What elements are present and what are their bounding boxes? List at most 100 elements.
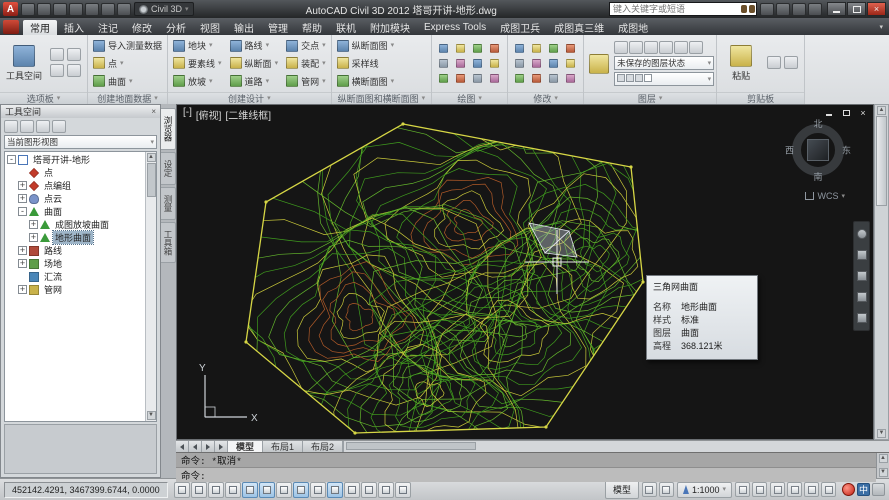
view-selector-combo[interactable]: 当前图形视图 ▾ (4, 135, 157, 149)
ribbon-panel-label[interactable]: 选项板▾ (0, 92, 87, 104)
ribbon-button[interactable]: 采样线 (334, 55, 398, 71)
toolbox-icon[interactable] (67, 64, 81, 77)
ribbon-panel-label[interactable]: 创建设计▾ (168, 92, 331, 104)
toolspace-tab[interactable]: 工具箱 (161, 222, 176, 264)
toggle-polar-tracking[interactable] (242, 482, 258, 498)
annotation-visibility-icon[interactable] (735, 482, 750, 497)
tree-scrollbar[interactable]: ▲ ▼ (145, 152, 156, 421)
scroll-up-icon[interactable]: ▲ (879, 454, 888, 463)
tree-item[interactable]: +成图放坡曲面 (5, 218, 145, 231)
toggle-grid-display[interactable] (208, 482, 224, 498)
scroll-down-icon[interactable]: ▼ (147, 411, 156, 420)
ribbon-panel-label[interactable]: 创建地面数据▾ (88, 92, 167, 104)
compass-south[interactable]: 南 (813, 170, 822, 183)
refresh-icon[interactable] (4, 120, 18, 133)
viewport-horizontal-scrollbar[interactable] (343, 441, 889, 452)
panorama-toggle-icon[interactable] (36, 120, 50, 133)
toggle-object-snap-tracking[interactable] (293, 482, 309, 498)
drawing-minimize-button[interactable] (823, 108, 835, 118)
toggle-object-snap[interactable] (259, 482, 275, 498)
ribbon-tab[interactable]: 分析 (159, 20, 193, 35)
ribbon-button[interactable]: 路线▾ (227, 38, 282, 54)
tree-item[interactable]: -塔哥开讲-地形 (5, 153, 145, 166)
favorites-icon[interactable] (792, 3, 806, 16)
orbit-icon[interactable] (857, 292, 867, 302)
command-scrollbar[interactable]: ▲ ▼ (876, 453, 889, 478)
view-cube-box[interactable] (807, 139, 829, 161)
toolspace-tab[interactable]: 测量 (161, 187, 176, 220)
ribbon-button[interactable]: 曲面▾ (90, 73, 165, 89)
cut-icon[interactable] (784, 56, 798, 69)
layout-tab[interactable]: 布局2 (303, 441, 343, 452)
mirror-icon[interactable] (529, 57, 544, 70)
arc-icon[interactable] (487, 42, 502, 55)
rectangle-icon[interactable] (436, 57, 451, 70)
move-icon[interactable] (529, 42, 544, 55)
copy-icon[interactable] (546, 42, 561, 55)
point-icon[interactable] (436, 72, 451, 85)
paste-button[interactable]: 粘贴 (719, 36, 763, 91)
workspace-switch-icon[interactable] (770, 482, 785, 497)
layer-state-combo[interactable]: 未保存的图层状态▾ (614, 56, 714, 70)
ribbon-tab[interactable]: 成图地 (611, 20, 655, 35)
wcs-menu[interactable]: WCS ▾ (805, 191, 845, 201)
visual-style-control[interactable]: [二维线框] (225, 107, 271, 122)
toolspace-close-icon[interactable]: × (151, 107, 156, 116)
panorama-icon[interactable] (67, 48, 81, 61)
scroll-down-icon[interactable]: ▼ (877, 429, 886, 438)
pan-icon[interactable] (857, 250, 867, 260)
ribbon-panel-label[interactable]: 剪贴板 (717, 92, 804, 104)
array-icon[interactable] (529, 72, 544, 85)
tree-item[interactable]: +点云 (5, 192, 145, 205)
toggle-dynamic-ucs[interactable] (310, 482, 326, 498)
ribbon-button[interactable]: 点▾ (90, 55, 165, 71)
toggle-dynamic-input[interactable] (327, 482, 343, 498)
toggle-selection-cycling[interactable] (395, 482, 411, 498)
toolbar-lock-icon[interactable] (787, 482, 802, 497)
ribbon-tab[interactable]: 注记 (91, 20, 125, 35)
scale-icon[interactable] (512, 57, 527, 70)
layer-match-icon[interactable] (674, 41, 688, 54)
erase-icon[interactable] (546, 72, 561, 85)
ellipse-icon[interactable] (453, 57, 468, 70)
ribbon-tab[interactable]: 视图 (193, 20, 227, 35)
expand-icon[interactable]: + (18, 246, 27, 255)
hatch-icon[interactable] (470, 57, 485, 70)
maximize-button[interactable] (847, 2, 866, 16)
item-view-icon[interactable] (20, 120, 34, 133)
ribbon-tab[interactable]: 插入 (57, 20, 91, 35)
auto-scale-icon[interactable] (752, 482, 767, 497)
showmotion-icon[interactable] (857, 313, 867, 323)
tree-item[interactable]: -曲面 (5, 205, 145, 218)
collapse-icon[interactable]: - (7, 155, 16, 164)
ribbon-tool-icon[interactable] (3, 20, 19, 34)
ribbon-tab[interactable]: 输出 (227, 20, 261, 35)
rotate-icon[interactable] (563, 42, 578, 55)
ribbon-panel-label[interactable]: 绘图▾ (432, 92, 507, 104)
layer-isolate-icon[interactable] (629, 41, 643, 54)
circle-icon[interactable] (470, 42, 485, 55)
viewport-menu-control[interactable]: [-] (183, 107, 192, 122)
ime-chinese-icon[interactable]: 中 (857, 483, 870, 496)
tree-item[interactable]: +管网 (5, 283, 145, 296)
ribbon-tab[interactable]: 成图真三维 (547, 20, 611, 35)
scroll-thumb[interactable] (346, 442, 476, 450)
redo-icon[interactable] (101, 3, 115, 16)
polyline-icon[interactable] (453, 42, 468, 55)
autodesk-online-icon[interactable] (842, 483, 855, 496)
ribbon-tab[interactable]: 附加模块 (363, 20, 417, 35)
tree-item[interactable]: +场地 (5, 257, 145, 270)
view-control[interactable]: [俯视] (196, 107, 222, 122)
coordinates-display[interactable]: 452142.4291, 3467399.6744, 0.0000 (4, 482, 168, 498)
expand-icon[interactable]: + (18, 194, 27, 203)
stretch-icon[interactable] (546, 57, 561, 70)
ribbon-panel-label[interactable]: 图层▾ (584, 92, 716, 104)
tree-item[interactable]: +点编组 (5, 179, 145, 192)
layer-off-icon[interactable] (614, 41, 628, 54)
ribbon-button[interactable]: 地块▾ (170, 38, 225, 54)
quick-view-drawings-icon[interactable] (659, 482, 674, 497)
expand-icon[interactable]: + (18, 259, 27, 268)
collapse-icon[interactable]: - (18, 207, 27, 216)
scroll-up-icon[interactable]: ▲ (877, 106, 886, 115)
workspace-switcher[interactable]: Civil 3D ▾ (134, 2, 194, 16)
